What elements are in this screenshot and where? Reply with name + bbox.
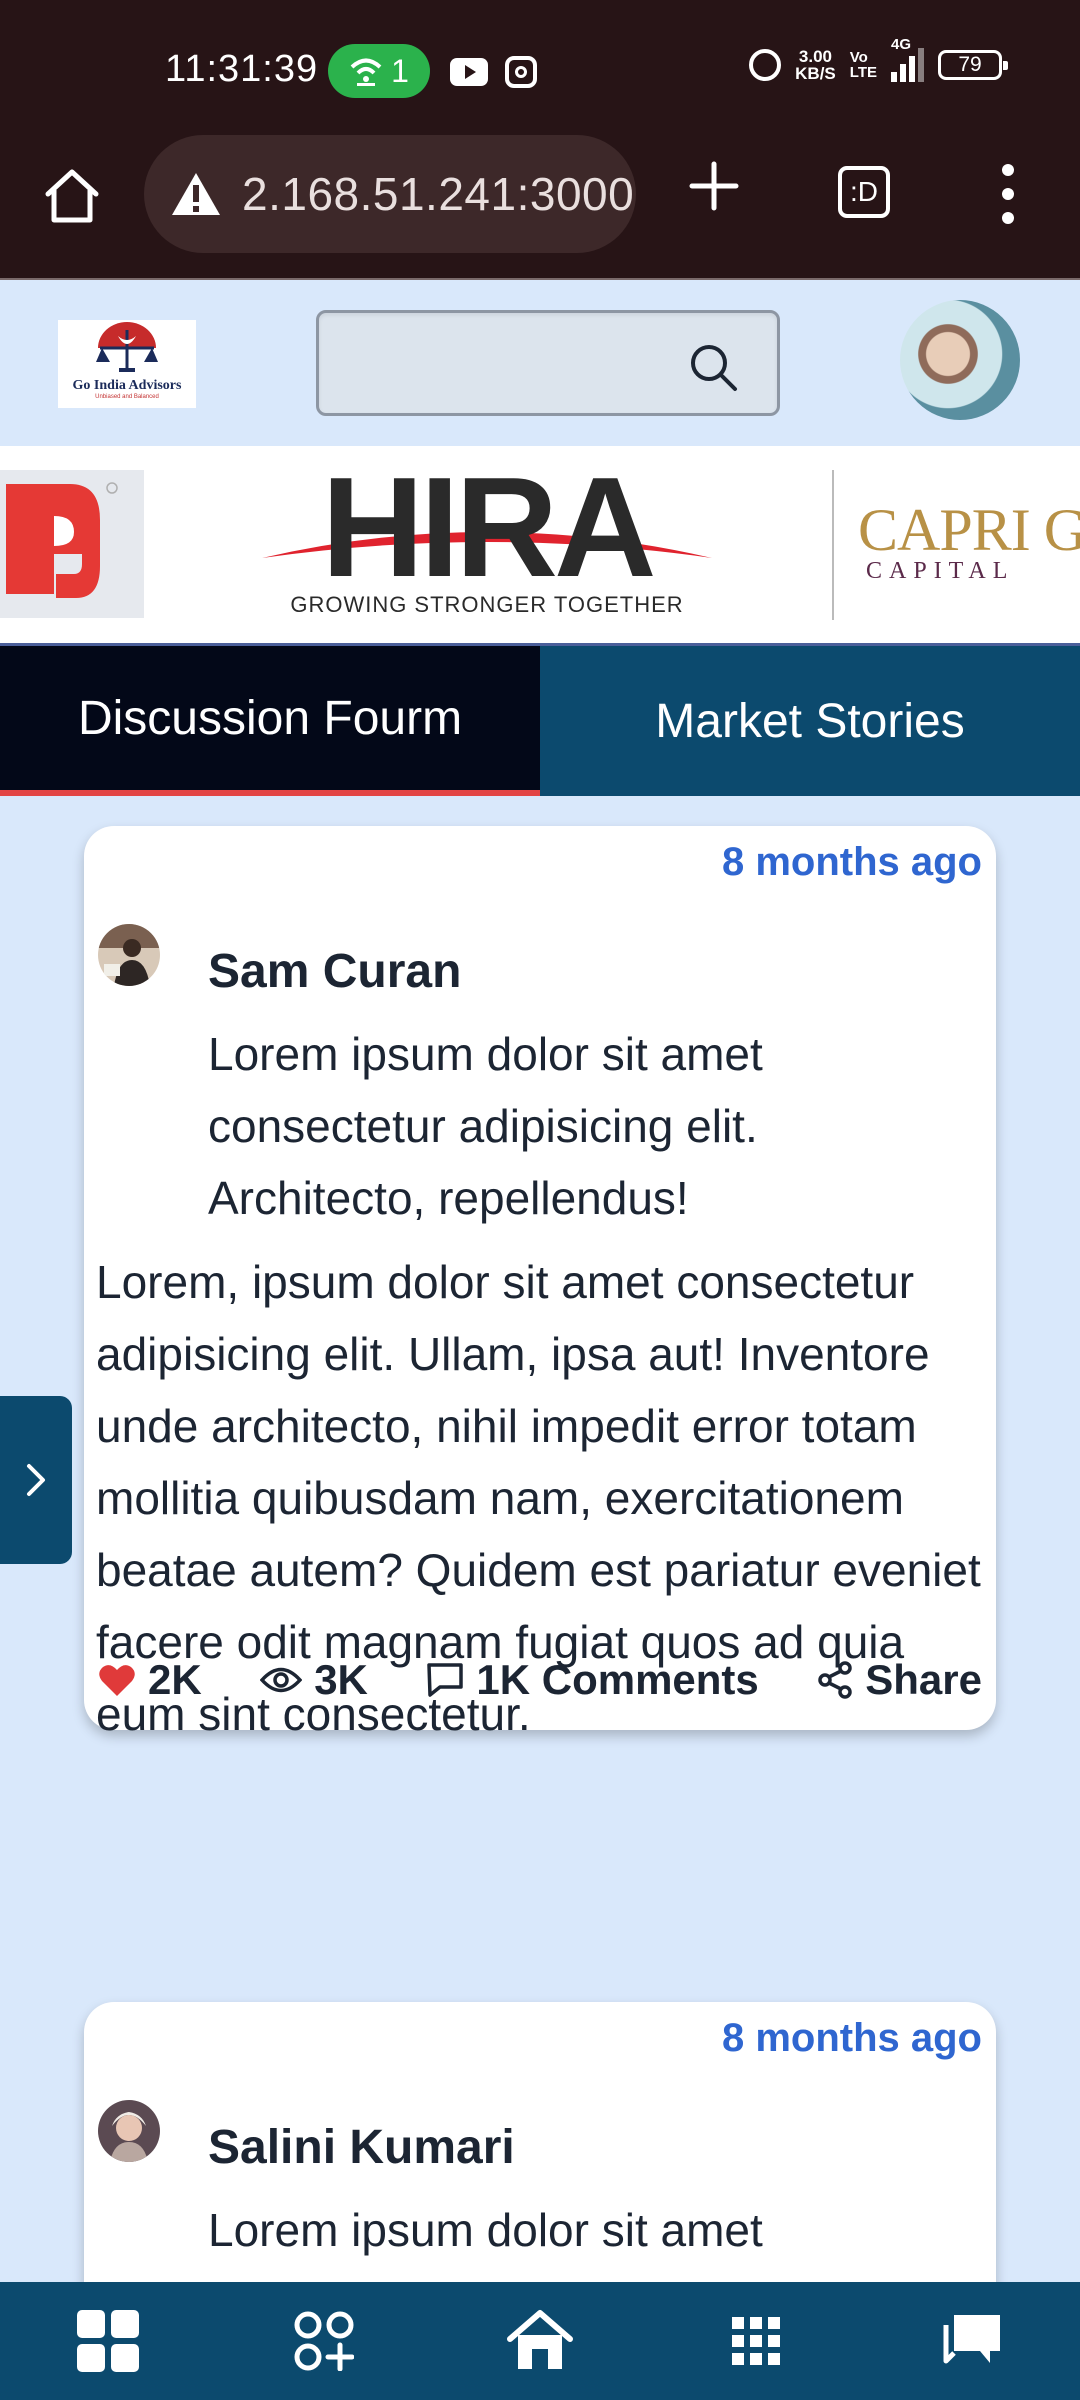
add-apps-icon — [294, 2311, 354, 2371]
elephant-logo — [0, 470, 144, 618]
search-box[interactable] — [316, 310, 780, 416]
browser-menu-icon[interactable] — [996, 164, 1020, 224]
chat-icon — [943, 2315, 1000, 2364]
signal-icon — [891, 48, 924, 82]
new-tab-icon[interactable] — [686, 158, 742, 214]
content-tabs: Discussion Fourm Market Stories — [0, 646, 1080, 796]
network-type: 4G — [891, 36, 912, 53]
chevron-right-icon — [27, 1464, 45, 1496]
nav-add-apps[interactable] — [288, 2305, 360, 2377]
status-bar: 11:31:39 1 3.00 KB/S Vo LTE 4G 79 — [0, 0, 1080, 132]
nav-home[interactable] — [504, 2305, 576, 2377]
hotspot-count: 1 — [391, 52, 409, 89]
post-time: 8 months ago — [721, 2016, 982, 2060]
author-avatar[interactable] — [98, 2100, 160, 2162]
volte-indicator: Vo LTE — [850, 50, 877, 80]
net-speed: 3.00 KB/S — [795, 48, 836, 82]
like-button[interactable]: 2K — [98, 1656, 202, 1704]
search-input[interactable] — [333, 327, 693, 397]
post-author[interactable]: Sam Curan — [208, 944, 461, 999]
comment-count: 1K Comments — [476, 1656, 759, 1703]
signal-group: 4G — [891, 36, 924, 82]
hotspot-icon — [350, 58, 382, 86]
hira-brand: HIRA — [321, 448, 656, 607]
volte-bottom: LTE — [849, 64, 877, 81]
eye-icon — [260, 1667, 303, 1693]
post-feed: 8 months ago Sam Curan Lorem ipsum dolor… — [0, 796, 1080, 2282]
youtube-icon — [450, 58, 488, 86]
warning-icon[interactable] — [170, 171, 222, 217]
author-avatar[interactable] — [98, 924, 160, 986]
nav-dashboard[interactable] — [72, 2305, 144, 2377]
net-speed-unit: KB/S — [795, 64, 836, 83]
author-photo-icon — [98, 2100, 160, 2162]
grid-icon — [732, 2317, 780, 2365]
battery-icon: 79 — [938, 50, 1008, 80]
post-title[interactable]: Lorem ipsum dolor sit amet consectetur a… — [208, 2194, 868, 2282]
user-avatar[interactable] — [900, 300, 1020, 420]
tab-switcher-button[interactable]: :D — [838, 166, 890, 218]
go-india-advisors-logo[interactable]: Go India Advisors Unbiased and Balanced — [58, 320, 196, 408]
views-counter: 3K — [260, 1656, 368, 1704]
post-card[interactable]: 8 months ago Sam Curan Lorem ipsum dolor… — [84, 826, 996, 1740]
post-author[interactable]: Salini Kumari — [208, 2120, 515, 2175]
post-title[interactable]: Lorem ipsum dolor sit amet consectetur a… — [208, 1018, 868, 1234]
tab-discussion-forum[interactable]: Discussion Fourm — [0, 646, 540, 796]
status-right-group: 3.00 KB/S Vo LTE 4G 79 — [749, 36, 1008, 82]
nav-chat[interactable] — [936, 2305, 1008, 2377]
logo-emblem-icon — [96, 322, 158, 372]
post-card[interactable]: 8 months ago Salini Kumari Lorem ipsum d… — [84, 2002, 996, 2282]
home-icon — [507, 2310, 573, 2369]
sponsor-banner[interactable]: HIRA GROWING STRONGER TOGETHER CAPRI G C… — [0, 446, 1080, 646]
search-icon[interactable] — [687, 341, 741, 395]
hotspot-badge: 1 — [328, 44, 430, 98]
nav-grid[interactable] — [720, 2305, 792, 2377]
status-time: 11:31:39 — [165, 48, 319, 90]
comments-button[interactable]: 1K Comments — [426, 1656, 759, 1704]
heart-icon — [99, 1665, 135, 1696]
net-speed-value: 3.00 — [798, 47, 833, 66]
hira-ad: HIRA GROWING STRONGER TOGETHER — [262, 448, 712, 628]
browser-home-icon[interactable] — [40, 164, 104, 228]
share-label: Share — [865, 1656, 982, 1703]
alarm-icon — [749, 49, 782, 81]
instagram-icon — [505, 56, 537, 88]
side-drawer-toggle[interactable] — [0, 1396, 72, 1564]
capri-ad: CAPRI G CAPITAL — [858, 497, 1080, 585]
share-button[interactable]: Share — [817, 1656, 982, 1704]
app-header: Go India Advisors Unbiased and Balanced — [0, 278, 1080, 446]
post-actions: 2K 3K 1K Comments Share — [98, 1656, 982, 1704]
comment-icon — [427, 1663, 464, 1697]
author-photo-icon — [98, 924, 160, 986]
share-icon — [818, 1661, 853, 1699]
banner-divider — [832, 470, 834, 620]
like-count: 2K — [148, 1656, 202, 1703]
bottom-navigation — [0, 2282, 1080, 2400]
browser-toolbar: 2.168.51.241:3000 :D — [0, 132, 1080, 278]
logo-name: Go India Advisors — [72, 378, 182, 393]
logo-tagline: Unbiased and Balanced — [95, 394, 159, 400]
view-count: 3K — [314, 1656, 368, 1703]
elephant-icon — [6, 482, 118, 598]
url-text[interactable]: 2.168.51.241:3000 — [242, 167, 634, 221]
capri-brand: CAPRI G — [858, 497, 1080, 563]
address-bar[interactable]: 2.168.51.241:3000 — [144, 135, 636, 253]
dashboard-icon — [77, 2310, 139, 2372]
tab-market-stories[interactable]: Market Stories — [540, 646, 1080, 796]
post-time: 8 months ago — [721, 840, 982, 884]
volte-top: Vo — [849, 49, 868, 66]
